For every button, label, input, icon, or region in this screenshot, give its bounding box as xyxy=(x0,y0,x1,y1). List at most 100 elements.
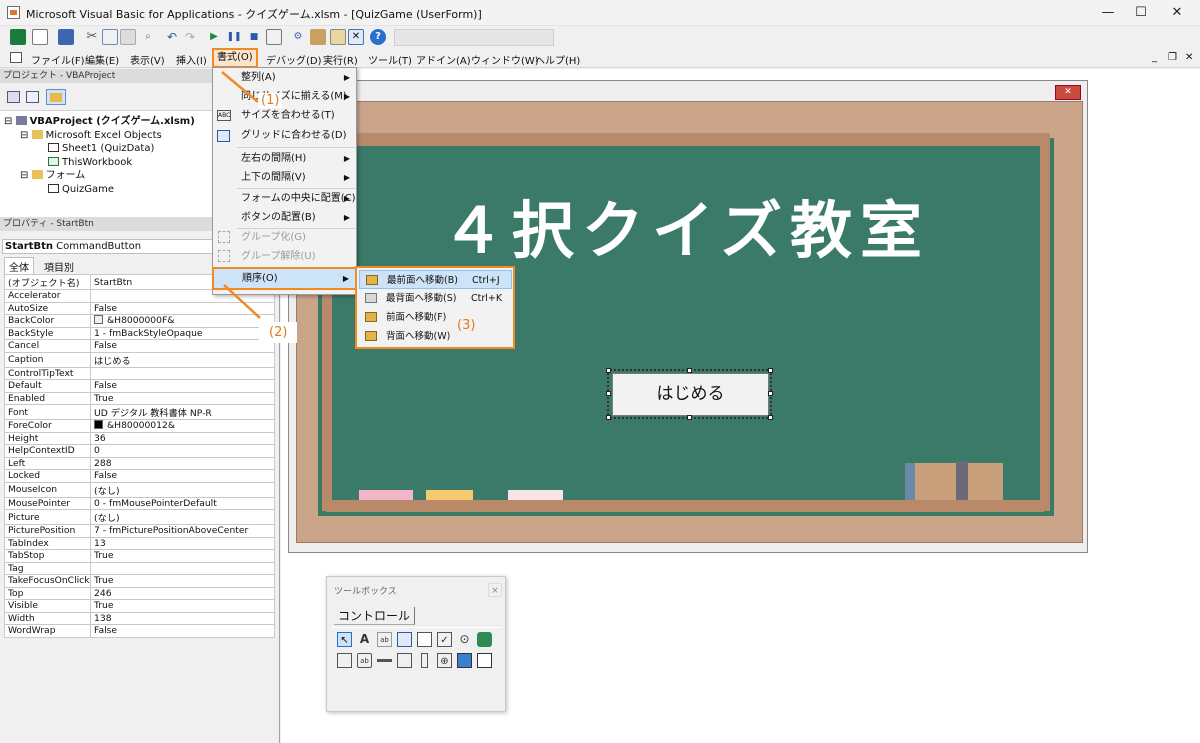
listbox-icon[interactable] xyxy=(417,632,432,647)
property-row[interactable]: ControlTipText xyxy=(4,366,275,380)
menu-item-bring-forward[interactable]: 前面へ移動(F) xyxy=(359,308,512,327)
property-value[interactable]: True xyxy=(90,599,275,613)
resize-handle-ne[interactable] xyxy=(768,368,773,373)
property-row[interactable]: WordWrap False xyxy=(4,624,275,638)
textbox-icon[interactable]: ab xyxy=(377,632,392,647)
property-row[interactable]: Font UD デジタル 教科書体 NP-R xyxy=(4,404,275,420)
toolbox-icon[interactable]: ✕ xyxy=(348,29,364,45)
tree-item-thisworkbook[interactable]: ThisWorkbook xyxy=(48,156,132,170)
frame-icon[interactable] xyxy=(337,653,352,668)
design-mode-icon[interactable] xyxy=(266,29,282,45)
property-value[interactable]: (なし) xyxy=(90,509,275,525)
resize-handle-w[interactable] xyxy=(606,391,611,396)
property-value[interactable] xyxy=(90,366,275,380)
tab-categorized[interactable]: 項目別 xyxy=(40,258,78,275)
excel-view-icon[interactable] xyxy=(10,29,26,45)
property-row[interactable]: ForeColor &H80000012& xyxy=(4,419,275,433)
menu-help[interactable]: ヘルプ(H) xyxy=(535,52,580,67)
property-row[interactable]: TabStop True xyxy=(4,549,275,563)
tabstrip-icon[interactable] xyxy=(377,653,392,668)
tab-alphabetic[interactable]: 全体 xyxy=(4,257,34,275)
object-browser-icon[interactable] xyxy=(330,29,346,45)
tree-item-excel-objects[interactable]: ⊟ Microsoft Excel Objects xyxy=(20,129,162,143)
property-value[interactable]: 36 xyxy=(90,431,275,445)
property-row[interactable]: HelpContextID 0 xyxy=(4,444,275,458)
property-value[interactable]: 138 xyxy=(90,611,275,625)
help-icon[interactable]: ? xyxy=(370,29,386,45)
spinbutton-icon[interactable]: ⊕ xyxy=(437,653,452,668)
property-row[interactable]: TakeFocusOnClick True xyxy=(4,574,275,588)
resize-handle-s[interactable] xyxy=(687,415,692,420)
property-value[interactable]: &H80000012& xyxy=(90,419,275,433)
commandbutton-icon[interactable]: ab xyxy=(357,653,372,668)
property-row[interactable]: Default False xyxy=(4,379,275,393)
save-icon[interactable] xyxy=(58,29,74,45)
view-code-icon[interactable] xyxy=(7,91,20,103)
start-button[interactable]: はじめる xyxy=(612,373,769,416)
paste-icon[interactable] xyxy=(120,29,136,45)
property-value[interactable]: True xyxy=(90,549,275,563)
property-row[interactable]: Caption はじめる xyxy=(4,351,275,368)
scrollbar-icon[interactable] xyxy=(421,653,428,668)
property-value[interactable]: 246 xyxy=(90,586,275,600)
resize-handle-e[interactable] xyxy=(768,391,773,396)
property-row[interactable]: MouseIcon (なし) xyxy=(4,481,275,498)
multipage-icon[interactable] xyxy=(397,653,412,668)
property-value[interactable]: False xyxy=(90,624,275,638)
toggle-folders-icon[interactable] xyxy=(46,89,66,105)
property-value[interactable]: False xyxy=(90,339,275,353)
refedit-icon[interactable] xyxy=(477,653,492,668)
property-value[interactable]: UD デジタル 教科書体 NP-R xyxy=(90,404,275,420)
view-object-icon[interactable] xyxy=(26,91,39,103)
property-row[interactable]: Enabled True xyxy=(4,391,275,405)
property-row[interactable]: Tag xyxy=(4,561,275,575)
property-row[interactable]: MousePointer 0 - fmMousePointerDefault xyxy=(4,496,275,510)
userform-close-button[interactable]: ✕ xyxy=(1055,85,1081,100)
label-icon[interactable]: A xyxy=(357,632,372,647)
project-explorer-icon[interactable]: ⚙ xyxy=(290,29,306,45)
property-value[interactable] xyxy=(90,561,275,575)
cut-icon[interactable]: ✂ xyxy=(84,29,100,45)
find-icon[interactable]: ⌕ xyxy=(140,29,156,45)
menu-item-send-to-back[interactable]: 最背面へ移動(S) Ctrl+K xyxy=(359,289,512,308)
insert-userform-icon[interactable] xyxy=(32,29,48,45)
mdi-restore-button[interactable]: ❐ xyxy=(1168,52,1177,63)
property-value[interactable]: はじめる xyxy=(90,351,275,368)
property-row[interactable]: PicturePosition 7 - fmPicturePositionAbov… xyxy=(4,524,275,538)
resize-handle-sw[interactable] xyxy=(606,415,611,420)
tree-item-quizgame[interactable]: QuizGame xyxy=(48,183,114,197)
property-row[interactable]: Width 138 xyxy=(4,611,275,625)
close-button[interactable]: ✕ xyxy=(1154,0,1200,26)
run-icon[interactable]: ▶ xyxy=(206,29,222,45)
mdi-minimize-button[interactable]: _ xyxy=(1152,52,1157,63)
image-icon[interactable] xyxy=(457,653,472,668)
property-value[interactable]: 7 - fmPicturePositionAboveCenter xyxy=(90,524,275,538)
undo-icon[interactable]: ↶ xyxy=(164,29,180,45)
resize-handle-nw[interactable] xyxy=(606,368,611,373)
reset-icon[interactable]: ■ xyxy=(246,29,262,45)
select-pointer-icon[interactable]: ↖ xyxy=(337,632,352,647)
property-row[interactable]: Picture (なし) xyxy=(4,509,275,525)
menu-file[interactable]: ファイル(F) xyxy=(31,52,85,67)
tree-item-sheet1[interactable]: Sheet1 (QuizData) xyxy=(48,142,154,156)
property-row[interactable]: Height 36 xyxy=(4,431,275,445)
copy-icon[interactable] xyxy=(102,29,118,45)
checkbox-icon[interactable]: ✓ xyxy=(437,632,452,647)
menu-edit[interactable]: 編集(E) xyxy=(85,52,119,67)
property-row[interactable]: Locked False xyxy=(4,469,275,483)
property-row[interactable]: Visible True xyxy=(4,599,275,613)
property-value[interactable]: 0 - fmMousePointerDefault xyxy=(90,496,275,510)
property-value[interactable]: (なし) xyxy=(90,481,275,498)
property-row[interactable]: Cancel False xyxy=(4,339,275,353)
menu-window[interactable]: ウィンドウ(W) xyxy=(471,52,539,67)
redo-icon[interactable]: ↷ xyxy=(182,29,198,45)
resize-handle-n[interactable] xyxy=(687,368,692,373)
optionbutton-icon[interactable]: ⊙ xyxy=(457,632,472,647)
togglebutton-icon[interactable] xyxy=(477,632,492,647)
property-value[interactable]: True xyxy=(90,391,275,405)
properties-window-icon[interactable] xyxy=(310,29,326,45)
property-value[interactable]: False xyxy=(90,379,275,393)
property-value[interactable]: False xyxy=(90,469,275,483)
property-value[interactable]: True xyxy=(90,574,275,588)
menu-run[interactable]: 実行(R) xyxy=(323,52,358,67)
